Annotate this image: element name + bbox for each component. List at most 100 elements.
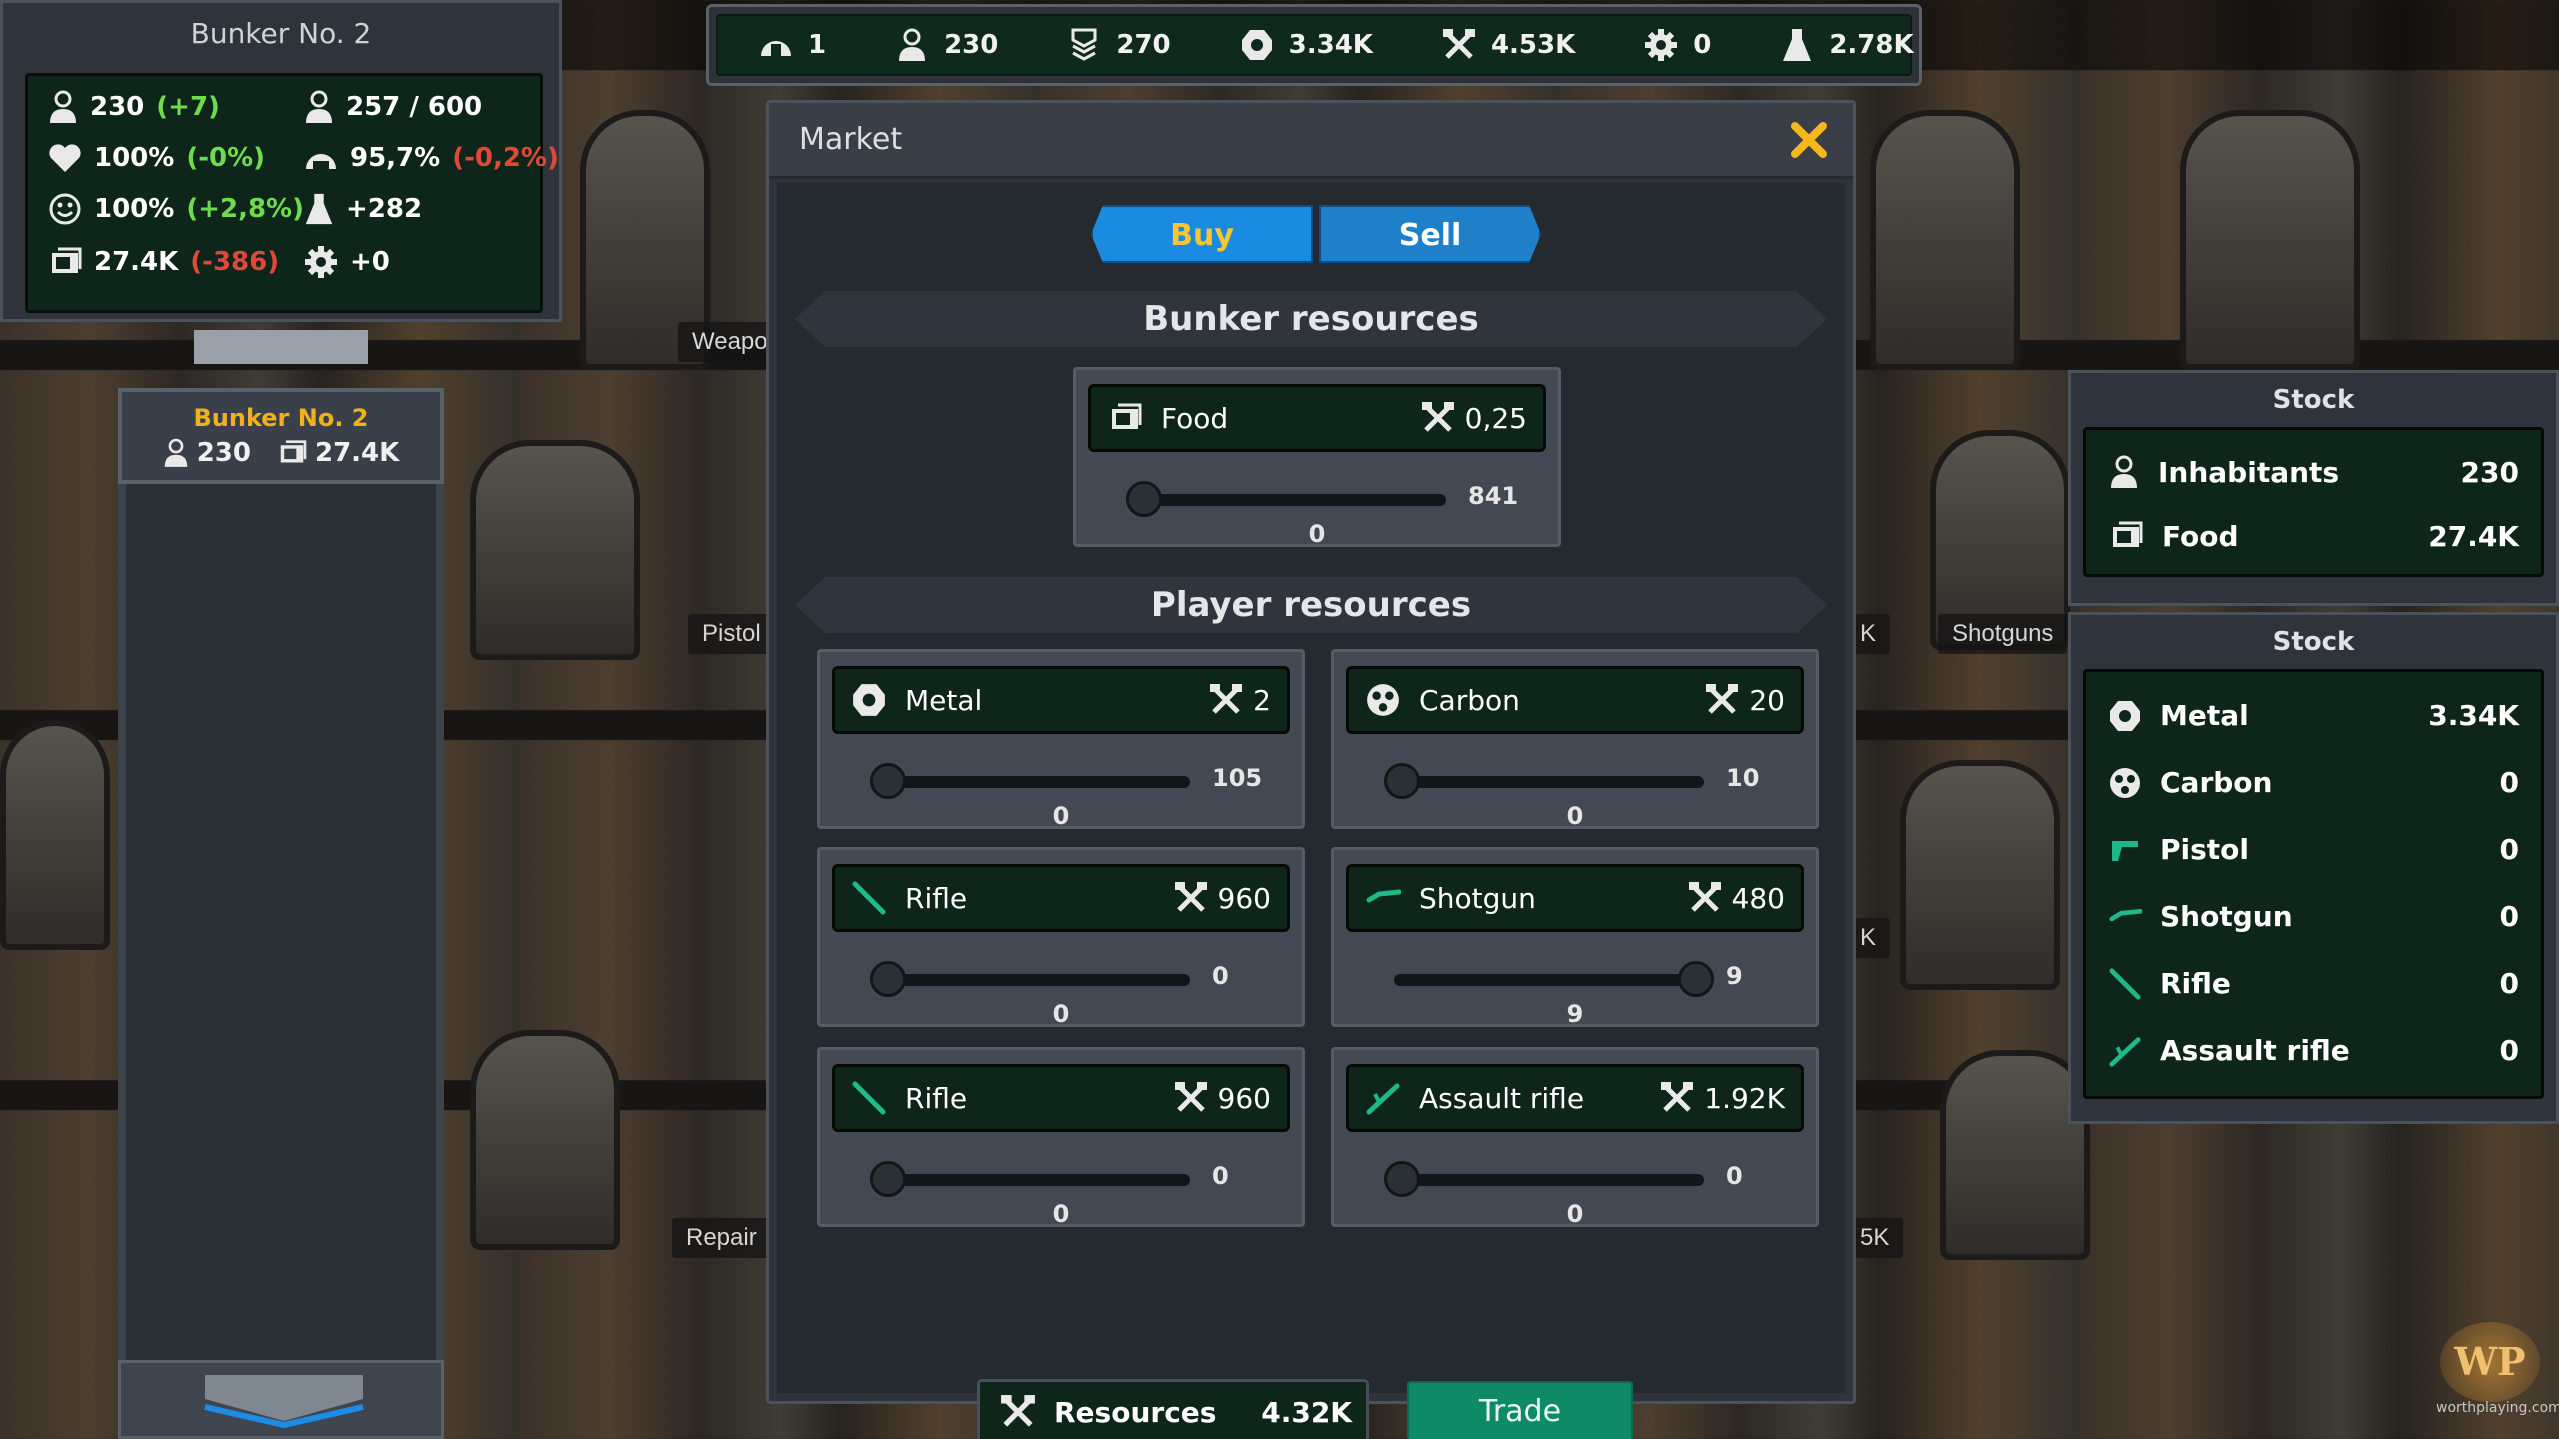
resource-card-rifle: Rifle 960 0 0	[817, 1047, 1305, 1228]
rifle-icon	[852, 1081, 886, 1115]
slider-value: 0	[1308, 520, 1326, 548]
stock-value: 0	[2499, 900, 2519, 933]
metal-icon	[2110, 700, 2140, 731]
quantity-slider-knob[interactable]	[1678, 961, 1714, 997]
bunker-stats-panel: Bunker No. 2 230 (+7) 257 / 600 100% (-0…	[0, 0, 562, 322]
stock-title: Stock	[2272, 385, 2355, 415]
room-label-repair[interactable]: Repair	[672, 1218, 771, 1258]
top-item-population: 230	[894, 27, 998, 63]
shotgun-icon	[2109, 908, 2142, 921]
stat-delta: (-0,2%)	[452, 143, 559, 173]
trade-button[interactable]: Trade	[1407, 1381, 1633, 1439]
quantity-slider-track[interactable]	[1394, 776, 1704, 788]
resource-header: Shotgun 480	[1346, 864, 1804, 932]
stat-delta: (+7)	[156, 92, 220, 122]
top-value: 1	[808, 30, 827, 60]
bunker-list-item[interactable]: Bunker No. 2 230 27.4K	[118, 388, 444, 484]
market-tabs: Buy Sell	[1091, 205, 1541, 263]
tools-icon	[1706, 684, 1739, 714]
quantity-slider-knob[interactable]	[870, 763, 906, 799]
stat-value: 27.4K	[94, 247, 179, 277]
price-value: 1.92K	[1704, 1081, 1785, 1115]
room-label-shotguns[interactable]: Shotguns	[1938, 614, 2068, 654]
stock-value: 0	[2499, 967, 2519, 1000]
food-icon	[52, 247, 82, 273]
room-label-pistol[interactable]: Pistol	[688, 614, 775, 654]
stock-box: Inhabitants 230 Food 27.4K	[2083, 427, 2544, 577]
close-button[interactable]	[1787, 118, 1831, 162]
stock-name: Food	[2162, 519, 2239, 553]
resource-price: 480	[1688, 881, 1785, 915]
market-body: Buy Sell Bunker resources Food 0,25 841 …	[777, 183, 1845, 1439]
quantity-slider-track[interactable]	[880, 974, 1190, 986]
quantity-slider-track[interactable]	[880, 1174, 1190, 1186]
quantity-slider-knob[interactable]	[870, 961, 906, 997]
stock-row-inhabitants: Inhabitants 230	[2108, 440, 2519, 504]
gear-icon	[1643, 27, 1679, 63]
stock-title: Stock	[2272, 627, 2355, 657]
quantity-slider-knob[interactable]	[1384, 763, 1420, 799]
metal-icon	[853, 684, 885, 716]
person-icon	[306, 90, 332, 123]
top-item-parts: 0	[1643, 27, 1711, 63]
slider-value: 0	[1052, 802, 1070, 830]
top-value: 3.34K	[1288, 30, 1373, 60]
resource-name: Shotgun	[1419, 881, 1536, 915]
smiley-icon	[49, 193, 81, 225]
bunker-list-column[interactable]	[118, 388, 444, 1439]
quantity-slider-track[interactable]	[1136, 494, 1446, 506]
watermark-text: worthplaying.com	[2436, 1400, 2559, 1416]
resource-header: Carbon 20	[1346, 666, 1804, 734]
slider-value: 9	[1566, 1000, 1584, 1028]
resource-price: 2	[1209, 683, 1271, 717]
resource-card-rifle: Rifle 960 0 0	[817, 847, 1305, 1028]
stat-happiness: 100% (+2,8%)	[48, 192, 304, 226]
price-value: 20	[1749, 683, 1785, 717]
price-value: 0,25	[1464, 401, 1527, 435]
resource-header: Assault rifle 1.92K	[1346, 1064, 1804, 1132]
helmet-icon	[306, 154, 336, 169]
quantity-slider-track[interactable]	[1394, 974, 1704, 986]
resource-price: 960	[1174, 1081, 1271, 1115]
stat-delta: (+2,8%)	[186, 194, 304, 224]
quantity-slider-track[interactable]	[1394, 1174, 1704, 1186]
slider-value: 0	[1052, 1200, 1070, 1228]
stock-panel-items: Stock Metal 3.34K Carbon 0 Pistol 0 Shot…	[2068, 612, 2559, 1124]
quantity-slider-track[interactable]	[880, 776, 1190, 788]
tools-icon	[1661, 1082, 1694, 1112]
tab-sell[interactable]: Sell	[1319, 205, 1541, 263]
quantity-slider-knob[interactable]	[1126, 481, 1162, 517]
quantity-slider-knob[interactable]	[1384, 1161, 1420, 1197]
heart-icon	[49, 144, 81, 172]
stock-name: Assault rifle	[2160, 1034, 2350, 1067]
stock-row-assault-rifle: Assault rifle 0	[2108, 1017, 2519, 1084]
tools-icon	[1001, 1395, 1035, 1427]
tab-buy[interactable]: Buy	[1091, 205, 1313, 263]
room-door	[2180, 110, 2360, 370]
slider-value: 0	[1566, 1200, 1584, 1228]
bunker-stats-box: 230 (+7) 257 / 600 100% (-0%) 95,7% (-0,…	[25, 73, 559, 313]
resource-name: Assault rifle	[1419, 1081, 1585, 1115]
rifle-icon	[852, 881, 886, 915]
stock-row-food: Food 27.4K	[2108, 504, 2519, 568]
bunker-panel-title: Bunker No. 2	[190, 17, 372, 50]
stat-delta: (-0%)	[186, 143, 266, 173]
stock-row-metal: Metal 3.34K	[2108, 682, 2519, 749]
price-value: 960	[1217, 881, 1271, 915]
player-resources-heading: Player resources	[795, 577, 1827, 633]
quantity-slider-knob[interactable]	[870, 1161, 906, 1197]
stock-name: Carbon	[2160, 766, 2273, 799]
resource-price: 20	[1705, 683, 1785, 717]
top-item-research: 2.78K	[1779, 27, 1914, 63]
top-value: 230	[944, 30, 999, 60]
stat-value: 95,7%	[350, 143, 441, 173]
scroll-handle[interactable]	[194, 330, 368, 364]
carbon-icon	[1367, 684, 1399, 716]
stat-food: 27.4K (-386)	[48, 245, 304, 279]
top-value: 4.53K	[1490, 30, 1576, 60]
resource-name: Food	[1161, 401, 1229, 435]
slider-max: 0	[1726, 1162, 1743, 1190]
stat-value: +0	[350, 247, 390, 277]
flask-icon	[305, 193, 333, 225]
scroll-down-button[interactable]	[118, 1360, 444, 1439]
